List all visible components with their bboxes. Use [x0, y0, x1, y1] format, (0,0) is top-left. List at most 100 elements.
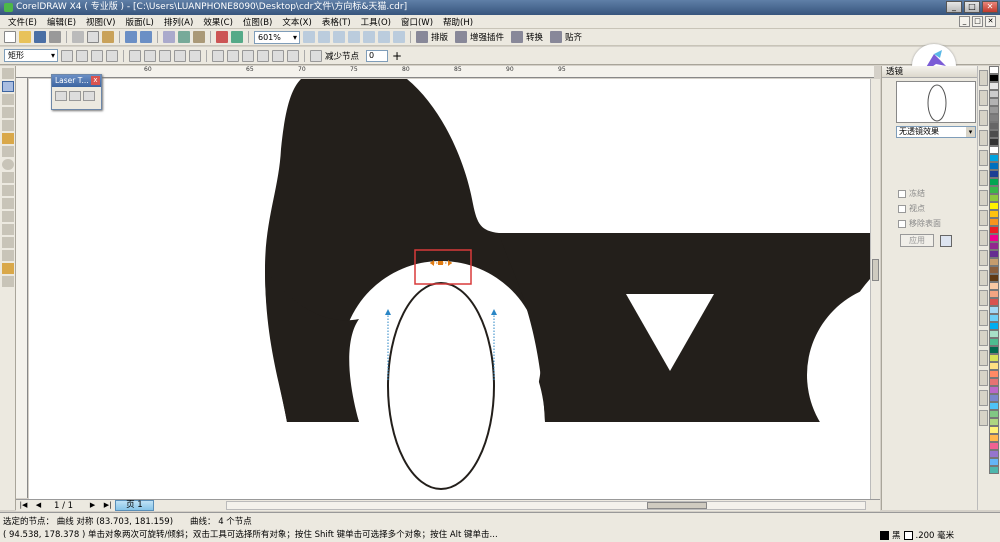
palette-swatch[interactable]: [989, 282, 999, 290]
palette-swatch[interactable]: [989, 114, 999, 122]
cusp-node-icon[interactable]: [159, 49, 171, 62]
palette-swatch[interactable]: [989, 450, 999, 458]
palette-swatch[interactable]: [989, 194, 999, 202]
palette-swatch[interactable]: [989, 466, 999, 474]
palette-swatch[interactable]: [989, 370, 999, 378]
palette-swatch[interactable]: [989, 98, 999, 106]
menu-tools[interactable]: 工具(O): [361, 16, 391, 28]
plugin-button[interactable]: 增强插件: [470, 31, 504, 43]
palette-swatch[interactable]: [989, 338, 999, 346]
menu-arrange[interactable]: 排列(A): [164, 16, 193, 28]
palette-swatch[interactable]: [989, 362, 999, 370]
palette-swatch[interactable]: [989, 250, 999, 258]
arrange-button[interactable]: 排版: [431, 31, 448, 43]
drawing-canvas[interactable]: [29, 79, 870, 499]
palette-swatch[interactable]: [989, 322, 999, 330]
menu-bitmaps[interactable]: 位图(B): [243, 16, 272, 28]
menu-view[interactable]: 视图(V): [86, 16, 115, 28]
docker-tab[interactable]: [979, 410, 988, 426]
crop-tool-icon[interactable]: [2, 94, 14, 105]
palette-swatch[interactable]: [989, 178, 999, 186]
welcome-screen-icon[interactable]: [231, 31, 243, 43]
laser-popup-close-button[interactable]: x: [91, 76, 100, 85]
add-node-icon[interactable]: [61, 49, 73, 62]
vertical-scrollbar[interactable]: [870, 79, 880, 499]
search-icon[interactable]: [163, 31, 175, 43]
docker-tab[interactable]: [979, 190, 988, 206]
menu-window[interactable]: 窗口(W): [401, 16, 433, 28]
doc-minimize-button[interactable]: _: [959, 16, 970, 27]
stretch-nodes-icon[interactable]: [257, 49, 269, 62]
palette-swatch[interactable]: [989, 378, 999, 386]
zoom-width-icon[interactable]: [378, 31, 390, 43]
new-document-icon[interactable]: [4, 31, 16, 43]
palette-swatch[interactable]: [989, 314, 999, 322]
interactive-fill-tool-icon[interactable]: [2, 276, 14, 287]
laser-tool-1-icon[interactable]: [55, 91, 67, 101]
convert-button[interactable]: 转换: [526, 31, 543, 43]
palette-swatch[interactable]: [989, 234, 999, 242]
doc-close-button[interactable]: ✕: [985, 16, 996, 27]
palette-swatch[interactable]: [989, 130, 999, 138]
palette-swatch[interactable]: [989, 426, 999, 434]
align-nodes-icon[interactable]: [287, 49, 299, 62]
docker-tab[interactable]: [979, 150, 988, 166]
palette-swatch[interactable]: [989, 154, 999, 162]
first-page-button[interactable]: |◀: [19, 501, 28, 510]
docker-tab[interactable]: [979, 210, 988, 226]
plugin-icon[interactable]: [455, 31, 468, 43]
minimize-button[interactable]: _: [946, 1, 962, 13]
docker-tab[interactable]: [979, 350, 988, 366]
horizontal-scrollbar[interactable]: [226, 501, 866, 510]
fill-tool-icon[interactable]: [2, 263, 14, 274]
docker-tab[interactable]: [979, 330, 988, 346]
close-button[interactable]: ✕: [982, 1, 998, 13]
zoom-out-icon[interactable]: [318, 31, 330, 43]
to-curve-icon[interactable]: [144, 49, 156, 62]
text-tool-icon[interactable]: [2, 198, 14, 209]
docker-tab[interactable]: [979, 290, 988, 306]
import-icon[interactable]: [178, 31, 190, 43]
top-node[interactable]: [438, 261, 443, 265]
delete-node-icon[interactable]: [76, 49, 88, 62]
snap-icon[interactable]: [550, 31, 563, 43]
docker-tab[interactable]: [979, 110, 988, 126]
palette-swatch[interactable]: [989, 202, 999, 210]
laser-popup-title[interactable]: Laser T... x: [52, 75, 101, 87]
palette-swatch[interactable]: [989, 434, 999, 442]
interactive-blend-tool-icon[interactable]: [2, 224, 14, 235]
palette-swatch[interactable]: [989, 298, 999, 306]
redo-icon[interactable]: [140, 31, 152, 43]
palette-swatch[interactable]: [989, 346, 999, 354]
palette-swatch[interactable]: [989, 170, 999, 178]
menu-help[interactable]: 帮助(H): [443, 16, 473, 28]
save-icon[interactable]: [34, 31, 46, 43]
vertical-scroll-thumb[interactable]: [872, 259, 879, 281]
zoom-page-icon[interactable]: [363, 31, 375, 43]
palette-swatch[interactable]: [989, 418, 999, 426]
rectangle-tool-icon[interactable]: [2, 146, 14, 157]
cut-icon[interactable]: [72, 31, 84, 43]
laser-tool-2-icon[interactable]: [69, 91, 81, 101]
rotate-nodes-icon[interactable]: [272, 49, 284, 62]
fill-swatch[interactable]: [880, 530, 889, 540]
arrange-icon[interactable]: [416, 31, 428, 43]
menu-file[interactable]: 文件(E): [8, 16, 37, 28]
application-launcher-icon[interactable]: [216, 31, 228, 43]
object-type-dropdown[interactable]: 矩形: [4, 49, 58, 62]
docker-tab[interactable]: [979, 250, 988, 266]
break-curve-icon[interactable]: [106, 49, 118, 62]
remove-face-checkbox[interactable]: 移除表面: [898, 218, 941, 229]
last-page-button[interactable]: ▶|: [103, 501, 112, 510]
palette-swatch[interactable]: [989, 386, 999, 394]
menu-table[interactable]: 表格(T): [322, 16, 351, 28]
horizontal-scroll-thumb[interactable]: [647, 502, 707, 509]
zoom-height-icon[interactable]: [393, 31, 405, 43]
menu-edit[interactable]: 编辑(E): [47, 16, 76, 28]
select-all-nodes-icon[interactable]: [310, 49, 322, 62]
laser-tool-3-icon[interactable]: [83, 91, 95, 101]
palette-swatch[interactable]: [989, 290, 999, 298]
palette-swatch[interactable]: [989, 138, 999, 146]
paste-icon[interactable]: [102, 31, 114, 43]
export-icon[interactable]: [193, 31, 205, 43]
